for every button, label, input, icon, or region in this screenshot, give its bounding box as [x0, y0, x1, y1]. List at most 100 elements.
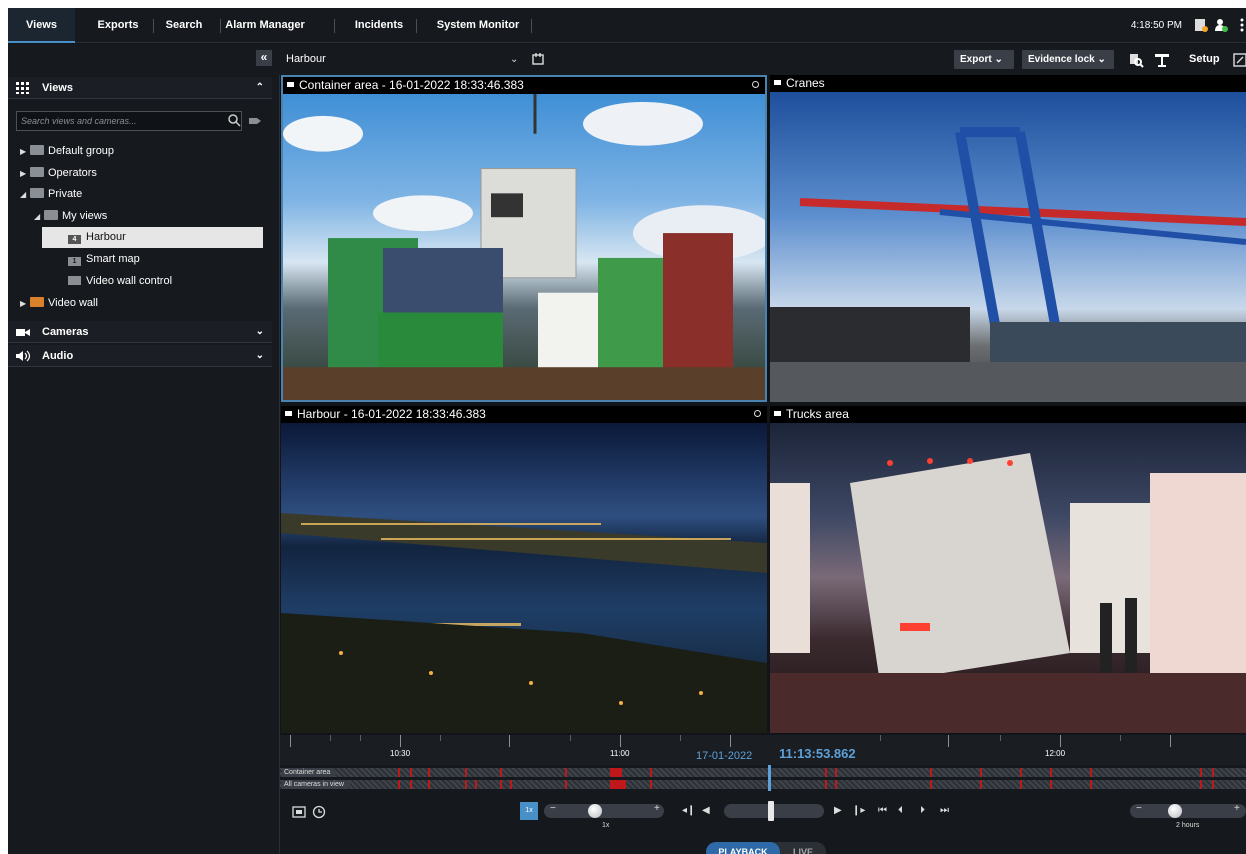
tab-system-monitor[interactable]: System Monitor	[428, 8, 528, 43]
play-forward-icon[interactable]: ▶	[834, 805, 842, 816]
timespan-value: 2 hours	[1176, 822, 1200, 829]
recording-mark	[500, 780, 502, 789]
setup-button[interactable]: Setup	[1189, 44, 1220, 75]
tree-item-default-group[interactable]: ▶ Default group	[20, 141, 114, 161]
next-frame-icon[interactable]: ⏵	[920, 805, 925, 816]
tab-views[interactable]: Views	[8, 8, 75, 43]
playback-live-toggle[interactable]: PLAYBACK LIVE	[706, 842, 826, 854]
cameras-panel-header[interactable]: Cameras ⌄	[8, 321, 272, 343]
recording-mark	[980, 768, 982, 777]
timeline-playhead[interactable]	[768, 765, 771, 791]
live-button[interactable]: LIVE	[780, 842, 826, 854]
expand-arrow-icon[interactable]: ▶	[20, 142, 30, 162]
timeline-track-all-cameras[interactable]: All cameras in view	[280, 780, 1246, 789]
evidence-lock-button[interactable]: Evidence lock ⌄	[1022, 50, 1114, 69]
recording-mark	[428, 768, 430, 777]
play-reverse-icon[interactable]: ◀	[702, 805, 710, 816]
harbour-scene	[281, 513, 767, 733]
recording-mark	[465, 768, 467, 777]
collapse-arrow-icon[interactable]: ◢	[20, 185, 30, 205]
audio-panel-header[interactable]: Audio ⌄	[8, 345, 272, 367]
tree-item-label: Default group	[48, 145, 115, 157]
tag-filter-icon[interactable]	[248, 115, 262, 127]
speed-slider[interactable]	[544, 804, 664, 818]
tile-title: Trucks area	[786, 407, 849, 421]
record-indicator-icon	[752, 81, 759, 88]
export-button[interactable]: Export ⌄	[954, 50, 1014, 69]
jog-shuttle-handle[interactable]	[768, 801, 774, 821]
step-back-icon[interactable]: ◂❙	[682, 805, 695, 816]
views-panel-header[interactable]: Views ⌃	[8, 77, 272, 99]
recording-mark	[500, 768, 502, 777]
snapshot-icon[interactable]	[292, 806, 306, 818]
tree-item-my-views[interactable]: ◢ My views	[34, 206, 107, 226]
notifications-icon[interactable]	[1193, 17, 1209, 33]
tree-item-label: Video wall control	[86, 275, 173, 287]
record-indicator-icon	[754, 410, 761, 417]
search-input[interactable]: Search views and cameras...	[16, 111, 242, 131]
video-wall-icon[interactable]	[1154, 52, 1170, 68]
timeline-tick-label: 12:00	[1045, 749, 1066, 758]
video-tile-harbour[interactable]: Harbour - 16-01-2022 18:33:46.383	[281, 406, 767, 733]
expand-arrow-icon[interactable]: ▶	[20, 164, 30, 184]
tile-title-bar: Cranes	[770, 75, 1246, 92]
chevron-down-icon[interactable]: ⌄	[256, 345, 264, 367]
tab-search[interactable]: Search	[158, 8, 210, 43]
video-tile-trucks-area[interactable]: Trucks area	[770, 406, 1246, 733]
step-forward-icon[interactable]: ❙▸	[852, 805, 865, 816]
speed-value: 1x	[602, 822, 610, 829]
tab-divider	[334, 19, 335, 33]
camera-icon	[774, 411, 781, 416]
tree-item-smart-map[interactable]: 1 Smart map	[68, 249, 140, 269]
video-tile-cranes[interactable]: Cranes	[770, 75, 1246, 402]
chevron-down-icon[interactable]: ⌄	[256, 321, 264, 343]
grid-icon	[16, 82, 29, 94]
timeline-track-container-area[interactable]: Container area	[280, 768, 1246, 777]
more-menu-icon[interactable]	[1234, 17, 1246, 33]
view-settings-icon[interactable]	[532, 52, 546, 66]
tree-item-private[interactable]: ◢ Private	[20, 184, 82, 204]
fullscreen-icon[interactable]	[1232, 52, 1246, 68]
tree-item-operators[interactable]: ▶ Operators	[20, 163, 97, 183]
speed-slider-knob[interactable]	[588, 804, 602, 818]
investigate-icon[interactable]	[1128, 52, 1144, 68]
audio-panel-title: Audio	[42, 350, 74, 362]
chevron-down-icon[interactable]: ⌄	[510, 44, 518, 75]
speed-badge[interactable]: 1x	[520, 802, 538, 820]
collapse-sidebar-button[interactable]: «	[256, 50, 272, 66]
timeline-tick-label: 11:00	[610, 749, 630, 758]
plus-icon[interactable]: +	[654, 803, 660, 814]
recording-mark	[565, 768, 567, 777]
video-tile-container-area[interactable]: Container area - 16-01-2022 18:33:46.383	[281, 75, 767, 402]
tab-alarm-manager[interactable]: Alarm Manager	[224, 8, 306, 43]
minus-icon[interactable]: −	[550, 803, 556, 814]
collapse-arrow-icon[interactable]: ◢	[34, 207, 44, 227]
timespan-slider[interactable]	[1130, 804, 1246, 818]
jog-shuttle[interactable]	[724, 804, 824, 818]
view-toolbar: « Harbour ⌄ Export ⌄ Evidence lock ⌄ Set…	[8, 44, 1246, 75]
tree-item-harbour-label[interactable]: 4 Harbour	[68, 227, 126, 247]
search-icon[interactable]	[227, 113, 241, 127]
recording-mark	[1212, 768, 1214, 777]
previous-sequence-icon[interactable]: ⏮	[878, 805, 887, 816]
timeline-ruler[interactable]: 10:30 11:00 12:00 17-01-2022 11:13:53.86…	[280, 735, 1246, 765]
minus-icon[interactable]: −	[1136, 803, 1142, 814]
clock-icon[interactable]	[312, 805, 326, 819]
chevron-up-icon[interactable]: ⌃	[256, 77, 264, 99]
ruler-tick	[948, 735, 949, 747]
tab-incidents[interactable]: Incidents	[340, 8, 418, 43]
timespan-slider-knob[interactable]	[1168, 804, 1182, 818]
previous-frame-icon[interactable]: ⏴	[898, 805, 903, 816]
tab-divider	[220, 19, 221, 33]
expand-arrow-icon[interactable]: ▶	[20, 294, 30, 314]
playback-button[interactable]: PLAYBACK	[706, 842, 780, 854]
view-selector[interactable]: Harbour	[286, 44, 326, 75]
tree-item-video-wall-control[interactable]: Video wall control	[68, 271, 172, 291]
user-status-icon[interactable]	[1213, 17, 1229, 33]
camera-feed-cranes	[770, 92, 1246, 402]
camera-feed-trucks-area	[770, 423, 1246, 733]
tree-item-video-wall[interactable]: ▶ Video wall	[20, 293, 98, 313]
tab-exports[interactable]: Exports	[83, 8, 153, 43]
next-sequence-icon[interactable]: ⏭	[940, 805, 949, 816]
plus-icon[interactable]: +	[1234, 803, 1240, 814]
